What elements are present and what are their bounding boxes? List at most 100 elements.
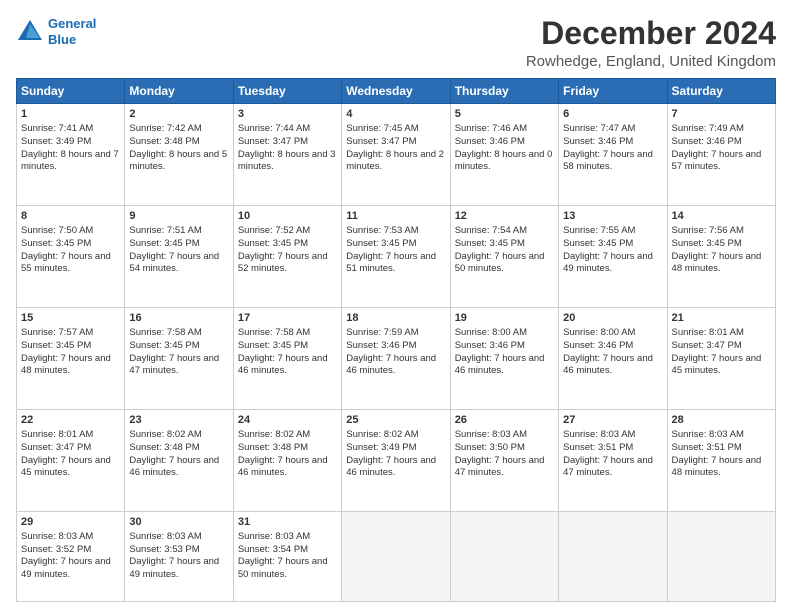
- calendar-cell: [559, 512, 667, 602]
- column-header-saturday: Saturday: [667, 79, 775, 104]
- sunrise-text: Sunrise: 7:44 AM: [238, 123, 310, 134]
- sunset-text: Sunset: 3:45 PM: [129, 238, 199, 249]
- sunrise-text: Sunrise: 7:53 AM: [346, 225, 418, 236]
- sunrise-text: Sunrise: 8:03 AM: [563, 429, 635, 440]
- daylight-text: Daylight: 7 hours and 57 minutes.: [672, 149, 762, 173]
- sunrise-text: Sunrise: 7:46 AM: [455, 123, 527, 134]
- day-number: 6: [563, 107, 662, 122]
- sunset-text: Sunset: 3:45 PM: [21, 340, 91, 351]
- sunset-text: Sunset: 3:48 PM: [129, 136, 199, 147]
- day-number: 24: [238, 413, 337, 428]
- sunrise-text: Sunrise: 7:49 AM: [672, 123, 744, 134]
- sunset-text: Sunset: 3:45 PM: [346, 238, 416, 249]
- calendar-cell: 25Sunrise: 8:02 AMSunset: 3:49 PMDayligh…: [342, 410, 450, 512]
- sunset-text: Sunset: 3:45 PM: [21, 238, 91, 249]
- calendar-cell: 27Sunrise: 8:03 AM Sunset: 3:51 PM Dayligh…: [559, 410, 667, 512]
- sunrise-text: Sunrise: 7:54 AM: [455, 225, 527, 236]
- sunrise-text: Sunrise: 7:59 AM: [346, 327, 418, 338]
- day-number: 21: [672, 311, 771, 326]
- sunset-text: Sunset: 3:46 PM: [672, 136, 742, 147]
- day-number: 12: [455, 209, 554, 224]
- day-number: 1: [21, 107, 120, 122]
- day-number: 13: [563, 209, 662, 224]
- day-number: 23: [129, 413, 228, 428]
- sunrise-text: Sunrise: 7:52 AM: [238, 225, 310, 236]
- sunrise-text: Sunrise: 7:42 AM: [129, 123, 201, 134]
- calendar-cell: 31Sunrise: 8:03 AMSunset: 3:54 PMDayligh…: [233, 512, 341, 602]
- daylight-text: Daylight: 7 hours and 47 minutes.: [563, 455, 653, 479]
- calendar-cell: 19Sunrise: 8:00 AMSunset: 3:46 PMDayligh…: [450, 308, 558, 410]
- day-number: 29: [21, 515, 120, 530]
- calendar-cell: 24Sunrise: 8:02 AMSunset: 3:48 PMDayligh…: [233, 410, 341, 512]
- calendar-cell: 30Sunrise: 8:03 AMSunset: 3:53 PMDayligh…: [125, 512, 233, 602]
- sunset-text: Sunset: 3:48 PM: [238, 442, 308, 453]
- logo-line1: General: [48, 16, 96, 31]
- daylight-text: Daylight: 7 hours and 46 minutes.: [129, 455, 219, 479]
- day-number: 27: [563, 413, 662, 428]
- calendar-cell: 3Sunrise: 7:44 AMSunset: 3:47 PMDaylight…: [233, 104, 341, 206]
- column-header-friday: Friday: [559, 79, 667, 104]
- sunrise-text: Sunrise: 8:03 AM: [672, 429, 744, 440]
- header: General Blue December 2024 Rowhedge, Eng…: [16, 16, 776, 70]
- calendar-cell: [342, 512, 450, 602]
- daylight-text: Daylight: 7 hours and 49 minutes.: [21, 556, 111, 580]
- calendar-table: SundayMondayTuesdayWednesdayThursdayFrid…: [16, 78, 776, 602]
- sunrise-text: Sunrise: 8:00 AM: [455, 327, 527, 338]
- daylight-text: Daylight: 7 hours and 54 minutes.: [129, 251, 219, 275]
- logo-line2: Blue: [48, 32, 76, 47]
- calendar-cell: 9Sunrise: 7:51 AMSunset: 3:45 PMDaylight…: [125, 206, 233, 308]
- sunrise-text: Sunrise: 7:50 AM: [21, 225, 93, 236]
- calendar-header-row: SundayMondayTuesdayWednesdayThursdayFrid…: [17, 79, 776, 104]
- sunset-text: Sunset: 3:53 PM: [129, 544, 199, 555]
- calendar-cell: 23Sunrise: 8:02 AMSunset: 3:48 PMDayligh…: [125, 410, 233, 512]
- daylight-text: Daylight: 7 hours and 48 minutes.: [672, 455, 762, 479]
- day-number: 18: [346, 311, 445, 326]
- day-number: 2: [129, 107, 228, 122]
- calendar-cell: 10Sunrise: 7:52 AMSunset: 3:45 PMDayligh…: [233, 206, 341, 308]
- sunset-text: Sunset: 3:45 PM: [455, 238, 525, 249]
- sunrise-text: Sunrise: 7:41 AM: [21, 123, 93, 134]
- sunset-text: Sunset: 3:46 PM: [346, 340, 416, 351]
- sunset-text: Sunset: 3:46 PM: [455, 340, 525, 351]
- sunset-text: Sunset: 3:46 PM: [563, 136, 633, 147]
- sunrise-text: Sunrise: 7:58 AM: [238, 327, 310, 338]
- calendar-cell: 6Sunrise: 7:47 AMSunset: 3:46 PMDaylight…: [559, 104, 667, 206]
- daylight-text: Daylight: 7 hours and 45 minutes.: [21, 455, 111, 479]
- day-number: 31: [238, 515, 337, 530]
- calendar-cell: 28Sunrise: 8:03 AMSunset: 3:51 PMDayligh…: [667, 410, 775, 512]
- calendar-cell: 7Sunrise: 7:49 AMSunset: 3:46 PMDaylight…: [667, 104, 775, 206]
- day-number: 14: [672, 209, 771, 224]
- daylight-text: Daylight: 7 hours and 48 minutes.: [672, 251, 762, 275]
- daylight-text: Daylight: 7 hours and 50 minutes.: [238, 556, 328, 580]
- sunset-text: Sunset: 3:47 PM: [672, 340, 742, 351]
- calendar-cell: 13Sunrise: 7:55 AMSunset: 3:45 PMDayligh…: [559, 206, 667, 308]
- calendar-cell: 2Sunrise: 7:42 AMSunset: 3:48 PMDaylight…: [125, 104, 233, 206]
- logo-icon: [16, 18, 44, 46]
- daylight-text: Daylight: 7 hours and 47 minutes.: [129, 353, 219, 377]
- day-number: 11: [346, 209, 445, 224]
- sunset-text: Sunset: 3:45 PM: [129, 340, 199, 351]
- daylight-text: Daylight: 8 hours and 3 minutes.: [238, 149, 336, 173]
- calendar-cell: 8Sunrise: 7:50 AMSunset: 3:45 PMDaylight…: [17, 206, 125, 308]
- sunset-text: Sunset: 3:51 PM: [563, 442, 633, 453]
- week-row-3: 15Sunrise: 7:57 AMSunset: 3:45 PMDayligh…: [17, 308, 776, 410]
- sunrise-text: Sunrise: 8:00 AM: [563, 327, 635, 338]
- sunset-text: Sunset: 3:46 PM: [563, 340, 633, 351]
- day-number: 26: [455, 413, 554, 428]
- day-number: 30: [129, 515, 228, 530]
- daylight-text: Daylight: 7 hours and 45 minutes.: [672, 353, 762, 377]
- sunrise-text: Sunrise: 8:02 AM: [129, 429, 201, 440]
- sunset-text: Sunset: 3:45 PM: [238, 238, 308, 249]
- daylight-text: Daylight: 7 hours and 46 minutes.: [563, 353, 653, 377]
- calendar-cell: 20Sunrise: 8:00 AMSunset: 3:46 PMDayligh…: [559, 308, 667, 410]
- column-header-wednesday: Wednesday: [342, 79, 450, 104]
- sunrise-text: Sunrise: 7:55 AM: [563, 225, 635, 236]
- calendar-cell: 16Sunrise: 7:58 AMSunset: 3:45 PMDayligh…: [125, 308, 233, 410]
- calendar-cell: [450, 512, 558, 602]
- daylight-text: Daylight: 8 hours and 7 minutes.: [21, 149, 119, 173]
- column-header-monday: Monday: [125, 79, 233, 104]
- page: General Blue December 2024 Rowhedge, Eng…: [0, 0, 792, 612]
- sunset-text: Sunset: 3:45 PM: [563, 238, 633, 249]
- day-number: 19: [455, 311, 554, 326]
- sunrise-text: Sunrise: 8:03 AM: [129, 531, 201, 542]
